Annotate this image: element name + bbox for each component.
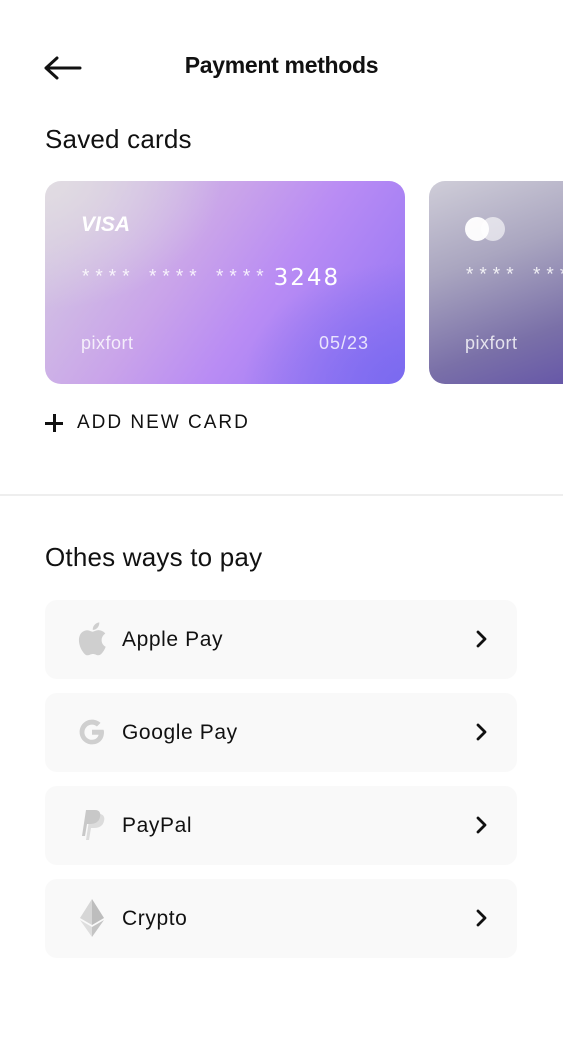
- paypal-icon: [77, 806, 107, 844]
- pay-option-label: Apple Pay: [122, 628, 224, 651]
- card-expiry: 05/23: [318, 333, 369, 353]
- pay-option-label: Crypto: [122, 907, 188, 930]
- card-mastercard[interactable]: **** *** pixfort: [429, 181, 563, 384]
- card-number: **** ***: [464, 265, 563, 287]
- page-title: Payment methods: [184, 52, 379, 78]
- card-number: **** **** **** 3248: [80, 265, 340, 291]
- pay-option-label: Google Pay: [122, 721, 238, 744]
- visa-logo: VISA: [81, 213, 131, 236]
- pay-option-apple-pay[interactable]: Apple Pay: [45, 600, 517, 679]
- saved-cards-heading: Saved cards: [45, 124, 192, 154]
- header: Payment methods: [0, 0, 563, 134]
- card-visa[interactable]: VISA **** **** **** 3248 pixfort 05/23: [45, 181, 405, 384]
- chevron-right-icon: [476, 909, 487, 927]
- apple-icon: [77, 620, 107, 658]
- pay-option-crypto[interactable]: Crypto: [45, 879, 517, 958]
- add-new-card-label: ADD NEW CARD: [77, 412, 250, 433]
- add-new-card-button[interactable]: ADD NEW CARD: [45, 412, 250, 434]
- other-ways-heading: Othes ways to pay: [45, 542, 263, 572]
- chevron-right-icon: [476, 630, 487, 648]
- google-icon: [77, 713, 107, 751]
- card-holder: pixfort: [81, 333, 134, 353]
- pay-option-paypal[interactable]: PayPal: [45, 786, 517, 865]
- card-number-masked: **** ***: [464, 265, 563, 287]
- card-number-last4: 3248: [273, 265, 341, 291]
- divider: [0, 494, 563, 496]
- pay-option-google-pay[interactable]: Google Pay: [45, 693, 517, 772]
- chevron-right-icon: [476, 816, 487, 834]
- card-number-masked: **** **** ****: [80, 267, 268, 289]
- card-holder: pixfort: [465, 333, 518, 353]
- pay-option-label: PayPal: [122, 814, 193, 837]
- chevron-right-icon: [476, 723, 487, 741]
- ethereum-icon: [77, 899, 107, 937]
- plus-icon: [45, 414, 63, 432]
- saved-cards-carousel[interactable]: VISA **** **** **** 3248 pixfort 05/23 **…: [45, 181, 563, 386]
- mastercard-icon: [465, 217, 509, 241]
